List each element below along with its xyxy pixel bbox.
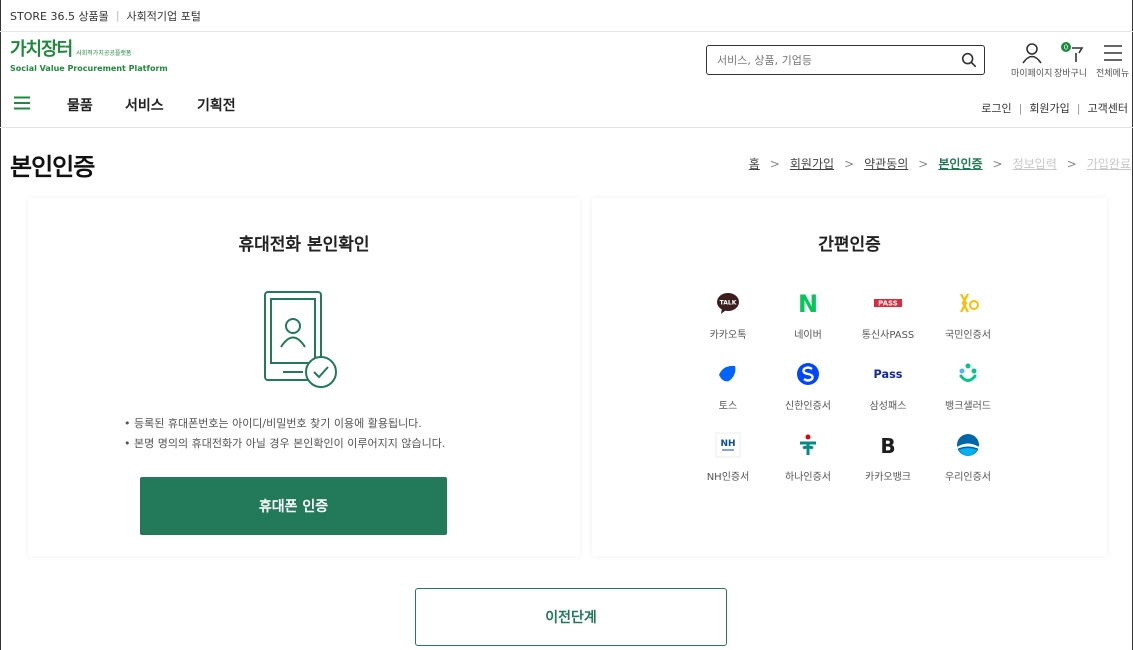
svg-text:PASS: PASS (878, 300, 898, 308)
breadcrumb: 홈 > 회원가입 > 약관동의 > 본인인증 > 정보입력 > 가입완료 (748, 155, 1131, 172)
menu-label: 전체메뉴 (1096, 69, 1130, 79)
svg-text:B: B (880, 434, 895, 458)
auth-banksalad[interactable]: 뱅크샐러드 (928, 359, 1008, 412)
search-box (706, 45, 985, 75)
breadcrumb-signup[interactable]: 회원가입 (790, 155, 834, 172)
cart-button[interactable]: 0 장바구니 (1054, 42, 1087, 79)
auth-label: 우리인증서 (945, 472, 991, 483)
hamburger-icon[interactable] (14, 96, 30, 110)
signup-link[interactable]: 회원가입 (1029, 102, 1069, 115)
svg-text:Pass: Pass (874, 368, 903, 381)
search-icon[interactable] (960, 51, 978, 69)
auth-label: 통신사PASS (861, 330, 915, 341)
breadcrumb-info: 정보입력 (1012, 157, 1057, 171)
auth-label: 카카오톡 (709, 330, 747, 341)
simple-auth-title: 간편인증 (818, 235, 881, 255)
auth-label: 카카오뱅크 (865, 472, 911, 483)
util-links: 로그인 | 회원가입 | 고객센터 (981, 102, 1128, 115)
nh-icon: NH (715, 432, 741, 458)
nav-item-exhibition[interactable]: 기획전 (197, 95, 236, 115)
phone-verify-button[interactable]: 휴대폰 인증 (140, 477, 447, 535)
nav-item-services[interactable]: 서비스 (125, 95, 164, 115)
auth-pass[interactable]: PASS 통신사PASS (848, 288, 928, 341)
auth-naver[interactable]: N 네이버 (768, 288, 848, 341)
note-item: 등록된 휴대폰번호는 아이디/비밀번호 찾기 이용에 활용됩니다. (124, 414, 445, 434)
auth-label: 토스 (718, 401, 738, 412)
menu-icon (1103, 45, 1122, 61)
auth-hana[interactable]: 하나인증서 (768, 430, 848, 483)
all-menu-button[interactable]: 전체메뉴 (1096, 42, 1129, 79)
note-item: 본명 명의의 휴대전화가 아닐 경우 본인확인이 이루어지지 않습니다. (124, 434, 445, 454)
kakaobank-icon: B (880, 434, 895, 458)
naver-icon: N (798, 290, 818, 316)
breadcrumb-verify: 본인인증 (938, 157, 983, 171)
woori-icon (957, 434, 979, 456)
auth-samsung-pass[interactable]: Pass 삼성패스 (848, 359, 928, 412)
previous-step-button[interactable]: 이전단계 (415, 588, 727, 646)
topbar-separator: | (115, 9, 120, 22)
auth-kakaotalk[interactable]: TALK 카카오톡 (688, 288, 768, 341)
search-input[interactable] (717, 53, 960, 67)
cart-count: 0 (1063, 44, 1067, 52)
auth-nh[interactable]: NH NH인증서 (688, 430, 768, 483)
toss-icon (719, 365, 736, 382)
top-bar: STORE 36.5 상품몰 | 사회적기업 포털 (0, 0, 1133, 32)
auth-kakaobank[interactable]: B 카카오뱅크 (848, 430, 928, 483)
support-link[interactable]: 고객센터 (1088, 102, 1128, 115)
svg-text:NH: NH (720, 439, 735, 449)
login-link[interactable]: 로그인 (981, 102, 1011, 115)
nav-item-goods[interactable]: 물품 (67, 95, 93, 115)
shinhan-icon (797, 363, 819, 385)
auth-label: 하나인증서 (785, 472, 831, 483)
kb-icon (960, 293, 979, 313)
auth-label: 국민인증서 (945, 330, 991, 341)
auth-woori[interactable]: 우리인증서 (928, 430, 1008, 483)
mypage-button[interactable]: 마이페이지 (1011, 42, 1052, 79)
portal-link[interactable]: 사회적기업 포털 (127, 8, 201, 24)
pass-icon: PASS (874, 299, 902, 308)
phone-verify-panel: 휴대전화 본인확인 등록된 휴대폰번호는 아이디/비밀번호 찾기 이용에 활용됩… (28, 198, 580, 556)
logo-subtitle: Social Value Procurement Platform (10, 64, 168, 73)
breadcrumb-home[interactable]: 홈 (749, 155, 760, 172)
auth-shinhan[interactable]: 신한인증서 (768, 359, 848, 412)
auth-label: 삼성패스 (869, 401, 907, 412)
auth-label: 네이버 (794, 330, 822, 341)
logo-tagline: 사회적가치공공플랫폼 (76, 50, 132, 57)
user-icon (1022, 43, 1042, 64)
simple-auth-panel: 간편인증 TALK 카카오톡 N 네이버 PASS 통신사PASS 국민인증서 (592, 198, 1107, 556)
kakaotalk-icon: TALK (717, 293, 739, 314)
svg-text:N: N (798, 290, 818, 316)
breadcrumb-terms[interactable]: 약관동의 (864, 155, 908, 172)
auth-provider-grid: TALK 카카오톡 N 네이버 PASS 통신사PASS 국민인증서 토스 신한… (688, 288, 1028, 483)
phone-verify-notes: 등록된 휴대폰번호는 아이디/비밀번호 찾기 이용에 활용됩니다. 본명 명의의… (124, 414, 445, 454)
header-divider (0, 127, 1133, 128)
site-logo[interactable]: 가치장터 사회적가치공공플랫폼 Social Value Procurement… (10, 39, 168, 74)
auth-label: 신한인증서 (785, 401, 831, 412)
auth-kb[interactable]: 국민인증서 (928, 288, 1008, 341)
hana-icon (800, 434, 816, 455)
auth-label: NH인증서 (706, 472, 750, 483)
cart-label: 장바구니 (1054, 69, 1088, 79)
banksalad-icon (959, 363, 977, 382)
svg-text:TALK: TALK (720, 300, 737, 307)
auth-toss[interactable]: 토스 (688, 359, 768, 412)
auth-label: 뱅크샐러드 (945, 401, 991, 412)
phone-verify-title: 휴대전화 본인확인 (238, 235, 370, 255)
page-title: 본인인증 (10, 153, 95, 181)
breadcrumb-complete: 가입완료 (1086, 157, 1131, 171)
cart-icon: 0 (1060, 42, 1083, 62)
mypage-label: 마이페이지 (1011, 69, 1053, 79)
main-nav: 물품 서비스 기획전 로그인 | 회원가입 | 고객센터 (0, 88, 1133, 124)
phone-verify-icon (264, 291, 337, 388)
logo-main-text: 가치장터 (10, 39, 73, 60)
samsung-pass-icon: Pass (874, 368, 903, 381)
store-link[interactable]: STORE 36.5 상품몰 (10, 8, 109, 24)
